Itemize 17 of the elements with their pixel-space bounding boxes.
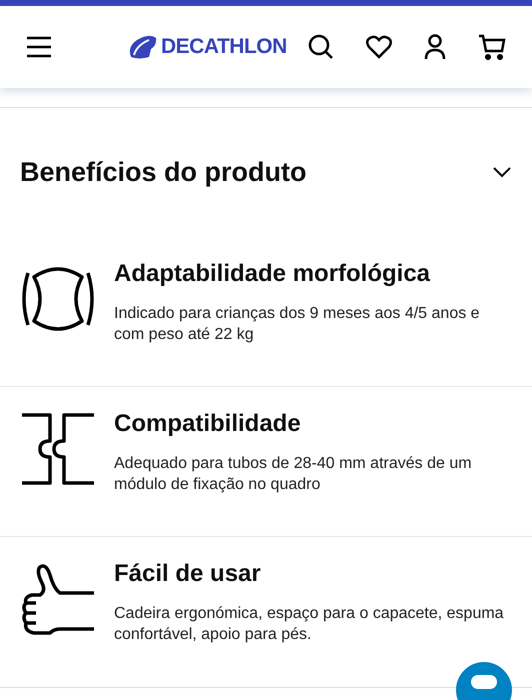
chat-icon	[471, 675, 497, 689]
heart-icon[interactable]	[366, 35, 392, 59]
menu-icon[interactable]	[26, 36, 52, 58]
logo-text[interactable]: DECATHLON	[161, 31, 287, 63]
search-icon[interactable]	[308, 34, 334, 60]
section-title: Benefícios do produto	[20, 156, 306, 189]
puzzle-icon	[20, 410, 96, 486]
account-icon[interactable]	[424, 34, 446, 60]
benefit-title: Adaptabilidade morfológica	[114, 258, 432, 288]
benefit-title: Compatibilidade	[114, 408, 302, 438]
benefit-description: Adequado para tubos de 28-40 mm através de um módulo de fixação no quadro	[114, 454, 473, 494]
benefit-title: Fácil de usar	[114, 558, 262, 588]
logo-icon	[127, 35, 157, 59]
cart-icon[interactable]	[478, 34, 506, 60]
benefit-description: Indicado para crianças dos 9 meses aos 4/5 anos e com peso até 22 kg	[114, 304, 481, 344]
benefit-description: Cadeira ergonómica, espaço para o capacete, espuma confortável, apoio para pés.	[114, 604, 505, 644]
chevron-icon[interactable]	[492, 166, 512, 178]
